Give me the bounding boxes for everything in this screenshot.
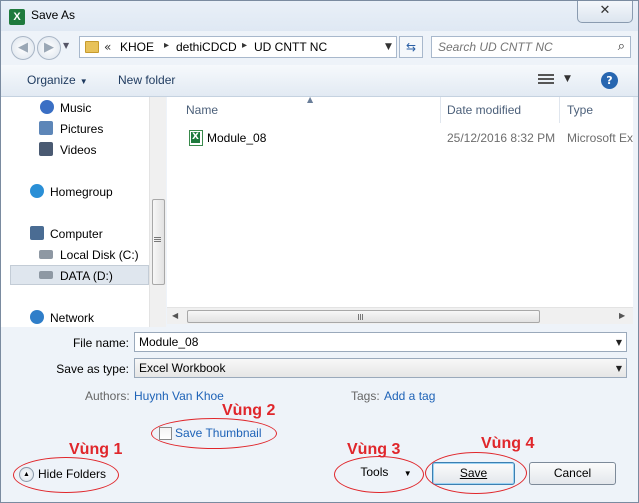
view-options-icon[interactable]	[538, 74, 554, 86]
navigation-pane: Music Pictures Videos Homegroup Computer…	[1, 97, 149, 327]
help-icon[interactable]: ?	[601, 72, 618, 89]
save-as-dialog: X Save As ✕ ◀ ▶ ▼ « KHOE ▸ dethiCDCD ▸ U…	[0, 0, 639, 503]
homegroup-icon	[30, 184, 44, 198]
nav-item-network[interactable]: Network	[1, 308, 149, 327]
command-bar: Organize ▼ New folder ▼ ?	[1, 65, 638, 97]
annotation-zone-3	[334, 456, 424, 493]
authors-value[interactable]: Huynh Van Khoe	[134, 389, 224, 403]
address-row: ◀ ▶ ▼ « KHOE ▸ dethiCDCD ▸ UD CNTT NC ▼ …	[1, 31, 638, 63]
nav-item-computer[interactable]: Computer	[1, 224, 149, 244]
chevron-down-icon[interactable]: ▼	[616, 364, 622, 373]
cancel-button[interactable]: Cancel	[529, 462, 616, 485]
file-name-field[interactable]: Module_08 ▼	[134, 332, 627, 352]
column-divider[interactable]	[559, 97, 560, 123]
organize-button[interactable]: Organize ▼	[27, 73, 88, 87]
column-header-name[interactable]: Name	[186, 103, 218, 117]
horizontal-scrollbar[interactable]: ◀ ▶	[167, 307, 633, 324]
window-title: Save As	[31, 8, 76, 22]
breadcrumb-separator[interactable]: ▸	[242, 40, 247, 51]
nav-item-videos[interactable]: Videos	[1, 140, 149, 160]
nav-item-label: Music	[60, 101, 92, 115]
scroll-right-icon[interactable]: ▶	[619, 311, 625, 320]
file-date: 25/12/2016 8:32 PM	[447, 131, 556, 145]
breadcrumb-item[interactable]: KHOE	[120, 40, 154, 54]
grip-icon	[154, 237, 161, 243]
breadcrumb-item[interactable]: UD CNTT NC	[254, 40, 327, 54]
breadcrumb-separator[interactable]: ▸	[164, 40, 169, 51]
search-box[interactable]: ⌕	[431, 36, 631, 58]
column-header-type[interactable]: Type	[567, 103, 593, 117]
title-bar: X Save As ✕	[1, 1, 638, 31]
sort-ascending-icon: ▲	[307, 97, 314, 104]
file-list: Name ▲ Date modified Type Module_08 25/1…	[167, 97, 633, 307]
computer-icon	[30, 226, 44, 240]
nav-item-pictures[interactable]: Pictures	[1, 119, 149, 139]
scroll-thumb[interactable]	[187, 310, 540, 323]
music-icon	[40, 100, 54, 114]
scroll-left-icon[interactable]: ◀	[172, 311, 178, 320]
save-as-type-label: Save as type:	[56, 362, 129, 376]
annotation-label-1: Vùng 1	[69, 441, 123, 458]
nav-item-label: Computer	[50, 227, 103, 241]
annotation-label-3: Vùng 3	[347, 441, 401, 458]
file-name-label: File name:	[72, 336, 129, 350]
close-button[interactable]: ✕	[577, 1, 633, 23]
authors-label: Authors:	[85, 389, 130, 403]
save-as-type-select[interactable]: Excel Workbook ▼	[134, 358, 627, 378]
annotation-zone-2	[151, 418, 277, 449]
drive-icon	[39, 271, 53, 279]
nav-item-local-disk[interactable]: Local Disk (C:)	[1, 245, 149, 265]
search-icon[interactable]: ⌕	[618, 39, 625, 54]
nav-item-label: Pictures	[60, 122, 104, 136]
chevron-down-icon[interactable]: ▼	[385, 42, 392, 52]
excel-icon: X	[9, 9, 25, 25]
new-folder-button[interactable]: New folder	[118, 73, 175, 87]
tags-input[interactable]: Add a tag	[384, 389, 435, 403]
network-icon	[30, 310, 44, 324]
nav-item-label: Videos	[60, 143, 97, 157]
folder-icon	[85, 41, 99, 53]
recent-locations-dropdown[interactable]: ▼	[63, 41, 69, 50]
nav-item-label: Local Disk (C:)	[60, 248, 139, 262]
search-input[interactable]	[432, 37, 602, 57]
save-as-type-value: Excel Workbook	[139, 361, 226, 375]
nav-item-label: Network	[50, 311, 95, 325]
nav-item-music[interactable]: Music	[1, 98, 149, 118]
nav-scrollbar[interactable]	[149, 97, 166, 327]
breadcrumb-item[interactable]: dethiCDCD	[176, 40, 237, 54]
chevron-down-icon[interactable]: ▼	[564, 74, 571, 84]
refresh-button[interactable]: ⇆	[399, 36, 423, 58]
file-name: Module_08	[207, 131, 267, 145]
organize-label: Organize	[27, 73, 76, 87]
column-divider[interactable]	[440, 97, 441, 123]
forward-button[interactable]: ▶	[37, 36, 61, 60]
nav-item-homegroup[interactable]: Homegroup	[1, 182, 149, 202]
chevron-down-icon: ▼	[79, 77, 88, 86]
chevron-down-icon[interactable]: ▼	[616, 338, 622, 347]
column-header-date[interactable]: Date modified	[447, 103, 521, 117]
annotation-zone-1	[13, 457, 119, 493]
tags-label: Tags:	[351, 389, 380, 403]
annotation-label-2: Vùng 2	[222, 402, 276, 419]
nav-item-data-drive[interactable]: DATA (D:)	[10, 265, 149, 285]
table-row[interactable]: Module_08 25/12/2016 8:32 PM Microsoft E…	[167, 127, 633, 149]
nav-item-label: Homegroup	[50, 185, 113, 199]
nav-item-label: DATA (D:)	[60, 269, 113, 283]
breadcrumb-overflow[interactable]: «	[104, 40, 111, 54]
excel-file-icon	[189, 130, 203, 146]
file-type: Microsoft Ex	[567, 131, 633, 145]
annotation-label-4: Vùng 4	[481, 435, 535, 452]
drive-icon	[39, 250, 53, 259]
file-name-value[interactable]: Module_08	[139, 335, 198, 349]
videos-icon	[39, 142, 53, 156]
breadcrumb[interactable]: « KHOE ▸ dethiCDCD ▸ UD CNTT NC ▼	[79, 36, 397, 58]
pictures-icon	[39, 121, 53, 135]
back-button[interactable]: ◀	[11, 36, 35, 60]
annotation-zone-4	[425, 452, 527, 494]
